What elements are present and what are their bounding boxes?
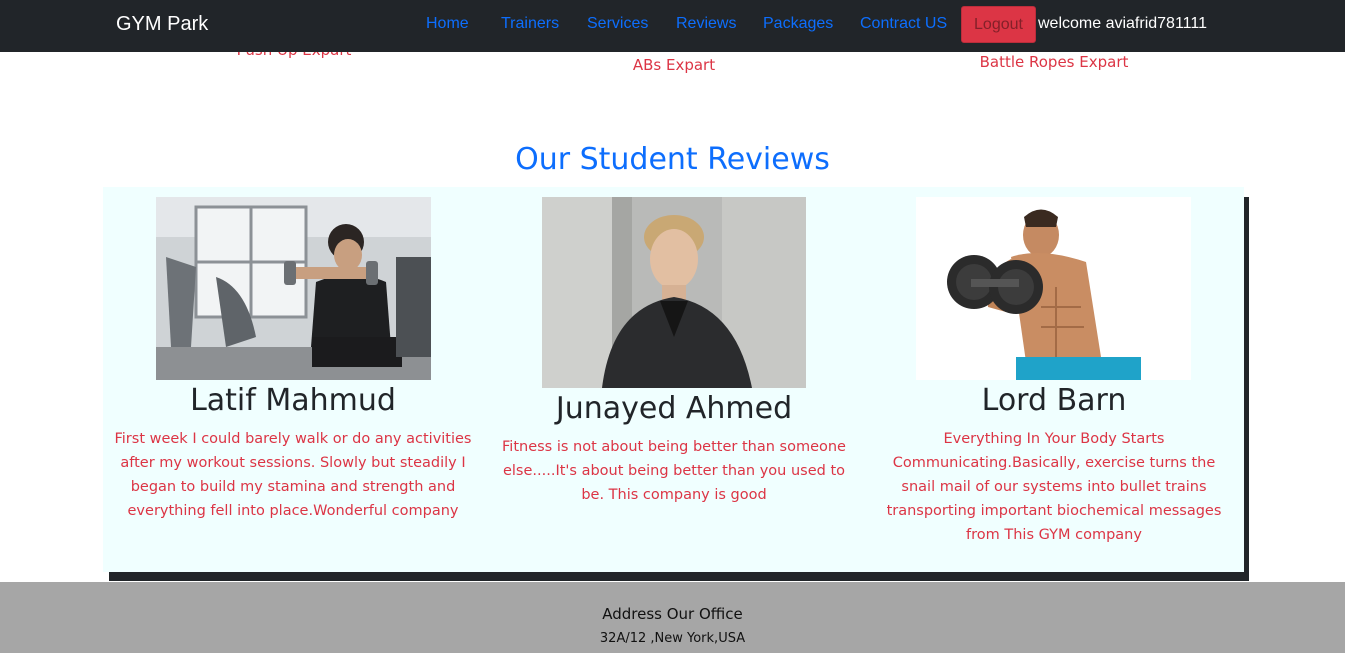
nav-link-trainers[interactable]: Trainers [501, 15, 559, 33]
nav-link-packages[interactable]: Packages [763, 15, 833, 33]
review-photo-lord [916, 197, 1191, 380]
review-text-lord: Everything In Your Body Starts Communica… [886, 431, 1222, 543]
trainer-title-abs: ABs Expart [632, 56, 716, 74]
nav-link-contact[interactable]: Contract US [860, 15, 947, 33]
top-navbar: GYM Park Home Trainers Services Reviews … [0, 0, 1345, 52]
review-name-lord: Lord Barn [981, 383, 1127, 418]
review-photo-junayed [542, 197, 806, 388]
footer-address: 32A/12 ,New York,USA [599, 631, 746, 646]
welcome-message: welcome aviafrid781111 [1038, 15, 1207, 32]
review-name-junayed: Junayed Ahmed [555, 391, 793, 426]
logout-button[interactable]: Logout [961, 6, 1036, 43]
trainer-title-battle-ropes: Battle Ropes Expart [979, 53, 1129, 71]
review-text-junayed: Fitness is not about being better than s… [502, 439, 846, 503]
brand-logo[interactable]: GYM Park [116, 13, 208, 36]
review-name-latif: Latif Mahmud [190, 383, 396, 418]
nav-link-reviews[interactable]: Reviews [676, 15, 736, 33]
review-photo-latif [156, 197, 431, 380]
nav-link-services[interactable]: Services [587, 15, 648, 33]
footer: Address Our Office 32A/12 ,New York,USA [0, 582, 1345, 653]
review-text-latif: First week I could barely walk or do any… [114, 431, 472, 519]
footer-title: Address Our Office [602, 605, 743, 623]
nav-link-home[interactable]: Home [426, 15, 469, 33]
reviews-heading: Our Student Reviews [515, 142, 830, 177]
